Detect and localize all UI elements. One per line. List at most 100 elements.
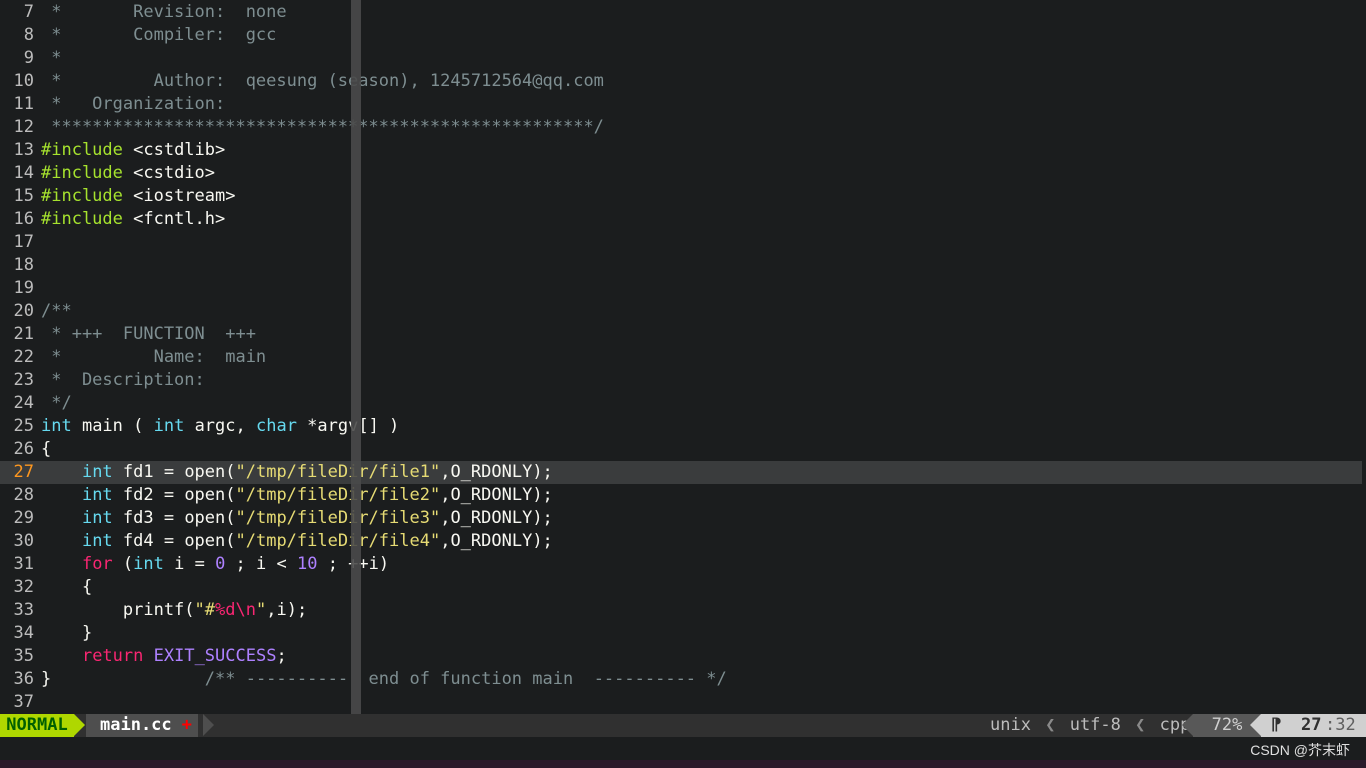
separator-icon: ❮ — [1135, 715, 1146, 735]
line-number: 22 — [13, 347, 34, 367]
code-line[interactable]: 36} /** ---------- end of function main … — [0, 668, 1362, 691]
code-line[interactable]: 29 int fd3 = open("/tmp/fileDir/file3",O… — [0, 507, 1362, 530]
line-number: 30 — [13, 531, 34, 551]
filename-separator-icon — [203, 714, 214, 736]
code-line[interactable]: 19 — [0, 277, 1362, 300]
code-text: #include <iostream> — [41, 186, 236, 206]
line-number: 27 — [13, 462, 34, 482]
window-bottom-border — [0, 760, 1366, 768]
code-line[interactable]: 35 return EXIT_SUCCESS; — [0, 645, 1362, 668]
mode-indicator: NORMAL — [0, 714, 74, 737]
code-text: * Organization: — [41, 94, 226, 114]
code-line[interactable]: 11 * Organization: — [0, 93, 1362, 116]
line-number: 26 — [13, 439, 34, 459]
code-line[interactable]: 33 printf("#%d\n",i); — [0, 599, 1362, 622]
line-number: 20 — [13, 301, 34, 321]
code-line[interactable]: 18 — [0, 254, 1362, 277]
line-number: 18 — [13, 255, 34, 275]
code-text: } /** ---------- end of function main --… — [41, 669, 727, 689]
code-line[interactable]: 10 * Author: qeesung (season), 124571256… — [0, 70, 1362, 93]
code-text: /** — [41, 301, 72, 321]
line-number: 8 — [23, 25, 34, 45]
line-number: 37 — [13, 692, 34, 712]
cursor-col: :32 — [1325, 715, 1356, 735]
code-text: int fd4 = open("/tmp/fileDir/file4",O_RD… — [81, 531, 553, 551]
encoding: utf-8 — [1069, 715, 1121, 735]
code-line[interactable]: 15 #include <iostream> — [0, 185, 1362, 208]
fileformat: unix — [990, 715, 1031, 735]
code-line[interactable]: 14 #include <cstdio> — [0, 162, 1362, 185]
position-separator-icon — [1250, 714, 1261, 736]
code-line[interactable]: 24 */ — [0, 392, 1362, 415]
line-number: 21 — [13, 324, 34, 344]
code-text: printf("#%d\n",i); — [41, 600, 308, 620]
code-text: * Revision: none — [41, 2, 287, 22]
mode-separator-icon — [74, 714, 85, 736]
code-text: #include <cstdlib> — [41, 140, 226, 160]
code-text: { — [41, 439, 52, 459]
line-number: 23 — [13, 370, 34, 390]
code-line[interactable]: 7 * Revision: none — [0, 1, 1362, 24]
code-line[interactable]: 25 int main ( int argc, char *argv[] ) — [0, 415, 1362, 438]
code-text: #include <fcntl.h> — [41, 209, 226, 229]
code-line[interactable]: 32 { — [0, 576, 1362, 599]
line-number-icon: ⁋ — [1271, 715, 1282, 735]
code-text: * +++ FUNCTION +++ — [41, 324, 256, 344]
watermark: CSDN @芥末虾 — [1250, 742, 1350, 758]
modified-flag: + — [181, 715, 192, 735]
line-number: 15 — [13, 186, 34, 206]
code-line[interactable]: 23 * Description: — [0, 369, 1362, 392]
line-number: 29 — [13, 508, 34, 528]
code-text: #include <cstdio> — [41, 163, 216, 183]
line-number: 28 — [13, 485, 34, 505]
percent-separator-icon — [1182, 714, 1193, 736]
cursor-position: ⁋ 27 :32 — [1261, 714, 1366, 737]
code-text: */ — [41, 393, 72, 413]
code-text: * Compiler: gcc — [41, 25, 277, 45]
code-line[interactable]: 16 #include <fcntl.h> — [0, 208, 1362, 231]
code-text: { — [41, 577, 93, 597]
status-line: NORMAL main.cc + unix ❮ utf-8 ❮ cpp 72% ⁋… — [0, 714, 1366, 737]
code-line[interactable]: 12 *************************************… — [0, 116, 1362, 139]
filename: main.cc — [100, 715, 172, 735]
code-text: int main ( int argc, char *argv[] ) — [41, 416, 400, 436]
line-number: 24 — [13, 393, 34, 413]
code-line[interactable]: 13 #include <cstdlib> — [0, 139, 1362, 162]
code-line[interactable]: 8 * Compiler: gcc — [0, 24, 1362, 47]
code-line[interactable]: 30 int fd4 = open("/tmp/fileDir/file4",O… — [0, 530, 1362, 553]
line-number: 19 — [13, 278, 34, 298]
line-number: 7 — [23, 2, 34, 22]
code-text: return EXIT_SUCCESS; — [81, 646, 287, 666]
code-text: * Author: qeesung (season), 1245712564@q… — [41, 71, 604, 91]
line-number: 13 — [13, 140, 34, 160]
code-line[interactable]: 31 for (int i = 0 ; i < 10 ; ++i) — [0, 553, 1362, 576]
line-number: 9 — [23, 48, 34, 68]
code-line[interactable]: 26 { — [0, 438, 1362, 461]
code-line[interactable]: 28 int fd2 = open("/tmp/fileDir/file2",O… — [0, 484, 1362, 507]
code-text: * — [41, 48, 62, 68]
code-line[interactable]: 34 } — [0, 622, 1362, 645]
code-line[interactable]: 17 — [0, 231, 1362, 254]
code-line[interactable]: 21 * +++ FUNCTION +++ — [0, 323, 1362, 346]
code-line[interactable]: 22 * Name: main — [0, 346, 1362, 369]
cursor-row: 27 — [1301, 715, 1322, 735]
file-info: unix ❮ utf-8 ❮ cpp — [990, 714, 1190, 737]
line-number: 25 — [13, 416, 34, 436]
code-text: int fd1 = open("/tmp/fileDir/file1",O_RD… — [81, 462, 553, 482]
filename-segment: main.cc + — [86, 714, 198, 737]
code-line[interactable]: 20 /** — [0, 300, 1362, 323]
code-line[interactable]: 27 int fd1 = open("/tmp/fileDir/file1",O… — [0, 461, 1362, 484]
code-line[interactable]: 9 * — [0, 47, 1362, 70]
color-column-marker — [351, 0, 361, 714]
line-number: 12 — [13, 117, 34, 137]
code-text: int fd2 = open("/tmp/fileDir/file2",O_RD… — [81, 485, 553, 505]
line-number: 32 — [13, 577, 34, 597]
code-editor[interactable]: 7 * Revision: none 8 * Compiler: gcc 9 * 10… — [0, 0, 1366, 714]
code-line[interactable]: 37 — [0, 691, 1362, 714]
code-text: } — [41, 623, 93, 643]
line-number: 11 — [13, 94, 34, 114]
code-text: * Description: — [41, 370, 205, 390]
line-number: 16 — [13, 209, 34, 229]
line-number: 34 — [13, 623, 34, 643]
line-number: 33 — [13, 600, 34, 620]
